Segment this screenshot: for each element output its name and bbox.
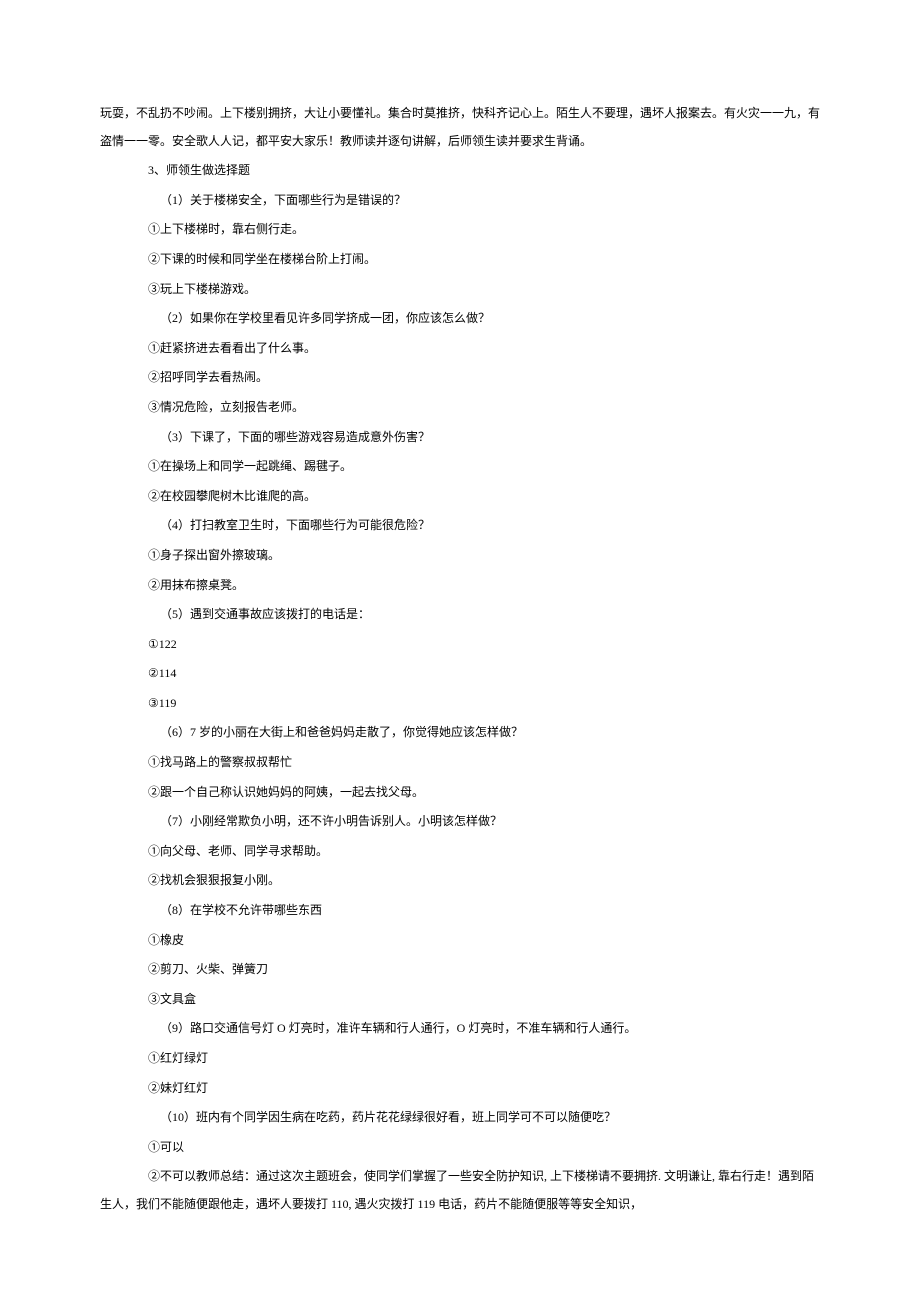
question-1-option-3: ③玩上下楼梯游戏。 xyxy=(100,276,820,304)
question-2-stem: （2）如果你在学校里看见许多同学挤成一团，你应该怎么做？ xyxy=(100,305,820,333)
question-10-stem: （10）班内有个同学因生病在吃药，药片花花绿绿很好看，班上同学可不可以随便吃？ xyxy=(100,1104,820,1132)
question-5-option-2: ②114 xyxy=(100,660,820,688)
question-2-option-1: ①赶紧挤进去看看出了什么事。 xyxy=(100,335,820,363)
question-5-option-3: ③119 xyxy=(100,690,820,718)
question-6-option-1: ①找马路上的警察叔叔帮忙 xyxy=(100,749,820,777)
section-3-header: 3、师领生做选择题 xyxy=(100,157,820,185)
intro-paragraph: 玩耍，不乱扔不吵闹。上下楼别拥挤，大让小要懂礼。集合时莫推挤，快科齐记心上。陌生… xyxy=(100,100,820,155)
question-8-option-3: ③文具盒 xyxy=(100,986,820,1014)
question-9-option-2: ②妹灯红灯 xyxy=(100,1075,820,1103)
question-7-stem: （7）小刚经常欺负小明，还不许小明告诉别人。小明该怎样做？ xyxy=(100,808,820,836)
question-7-option-1: ①向父母、老师、同学寻求帮助。 xyxy=(100,838,820,866)
question-1-stem: （1）关于楼梯安全，下面哪些行为是错误的？ xyxy=(100,187,820,215)
question-3-option-1: ①在操场上和同学一起跳绳、踢毽子。 xyxy=(100,453,820,481)
question-3-stem: （3）下课了，下面的哪些游戏容易造成意外伤害？ xyxy=(100,424,820,452)
question-9-stem: （9）路口交通信号灯 O 灯亮时，准许车辆和行人通行，O 灯亮时，不准车辆和行人… xyxy=(100,1015,820,1043)
question-2-option-3: ③情况危险，立刻报告老师。 xyxy=(100,394,820,422)
question-7-option-2: ②找机会狠狠报复小刚。 xyxy=(100,867,820,895)
question-10-option-2: ②不可以教师总结：通过这次主题班会，使同学们掌握了一些安全防护知识, 上下楼梯请… xyxy=(100,1163,820,1218)
question-1-option-1: ①上下楼梯时，靠右侧行走。 xyxy=(100,216,820,244)
question-6-option-2: ②跟一个自己称认识她妈妈的阿姨，一起去找父母。 xyxy=(100,779,820,807)
question-5-option-1: ①122 xyxy=(100,631,820,659)
question-9-option-1: ①红灯绿灯 xyxy=(100,1045,820,1073)
question-5-stem: （5）遇到交通事故应该拨打的电话是： xyxy=(100,601,820,629)
question-4-stem: （4）打扫教室卫生时，下面哪些行为可能很危险？ xyxy=(100,512,820,540)
question-6-stem: （6）7 岁的小丽在大街上和爸爸妈妈走散了，你觉得她应该怎样做？ xyxy=(100,719,820,747)
question-10-option-1: ①可以 xyxy=(100,1134,820,1162)
question-2-option-2: ②招呼同学去看热闹。 xyxy=(100,364,820,392)
question-4-option-2: ②用抹布擦桌凳。 xyxy=(100,572,820,600)
question-4-option-1: ①身子探出窗外擦玻璃。 xyxy=(100,542,820,570)
question-8-option-2: ②剪刀、火柴、弹簧刀 xyxy=(100,956,820,984)
question-3-option-2: ②在校园攀爬树木比谁爬的高。 xyxy=(100,483,820,511)
question-8-option-1: ①橡皮 xyxy=(100,927,820,955)
question-8-stem: （8）在学校不允许带哪些东西 xyxy=(100,897,820,925)
question-1-option-2: ②下课的时候和同学坐在楼梯台阶上打闹。 xyxy=(100,246,820,274)
